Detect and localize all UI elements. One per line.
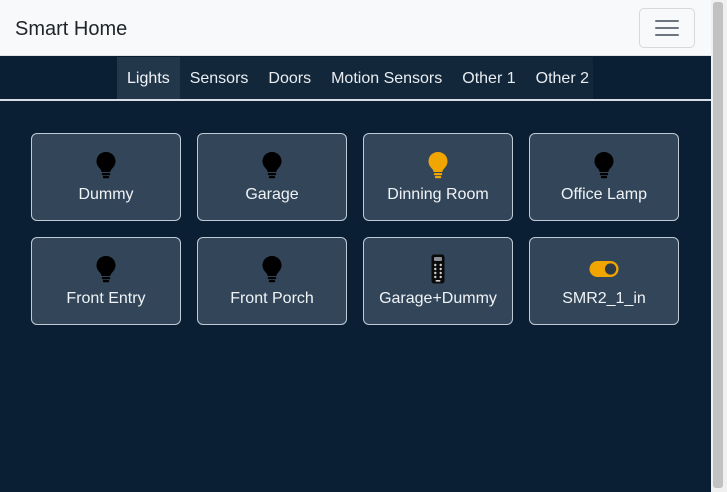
device-label: Dummy: [78, 186, 134, 203]
device-label: Office Lamp: [561, 186, 647, 203]
device-tile-garage[interactable]: Garage: [197, 133, 347, 221]
device-tile-office-lamp[interactable]: Office Lamp: [529, 133, 679, 221]
hamburger-icon: [655, 34, 679, 36]
device-tile-dummy[interactable]: Dummy: [31, 133, 181, 221]
menu-toggle-button[interactable]: [639, 8, 695, 48]
scrollbar-thumb[interactable]: [713, 2, 723, 488]
tab-bar: Lights Sensors Doors Motion Sensors Othe…: [117, 57, 593, 99]
lightbulb-icon: [423, 151, 453, 179]
device-label: Dinning Room: [387, 186, 489, 203]
device-tile-front-entry[interactable]: Front Entry: [31, 237, 181, 325]
lightbulb-icon: [91, 255, 121, 283]
navbar: Smart Home: [0, 0, 711, 56]
app-title[interactable]: Smart Home: [15, 17, 127, 41]
tab-lights[interactable]: Lights: [117, 57, 180, 99]
device-tile-dinning-room[interactable]: Dinning Room: [363, 133, 513, 221]
tab-divider: [0, 99, 711, 101]
lightbulb-icon: [91, 151, 121, 179]
device-tile-garage-dummy[interactable]: Garage+Dummy: [363, 237, 513, 325]
device-label: SMR2_1_in: [562, 290, 646, 307]
tab-sensors[interactable]: Sensors: [180, 57, 259, 99]
device-tile-smr2-1-in[interactable]: SMR2_1_in: [529, 237, 679, 325]
hamburger-icon: [655, 27, 679, 29]
lightbulb-icon: [257, 151, 287, 179]
hamburger-icon: [655, 20, 679, 22]
device-grid: Dummy Garage Dinning Room Office Lamp Fr…: [31, 133, 681, 325]
toggle-switch-icon: [589, 255, 619, 283]
lightbulb-icon: [257, 255, 287, 283]
tab-motion-sensors[interactable]: Motion Sensors: [321, 57, 452, 99]
device-label: Front Entry: [66, 290, 146, 307]
scrollbar[interactable]: [711, 0, 727, 492]
tab-other-1[interactable]: Other 1: [452, 57, 525, 99]
tab-other-2[interactable]: Other 2: [526, 57, 599, 99]
device-label: Front Porch: [230, 290, 314, 307]
device-tile-front-porch[interactable]: Front Porch: [197, 237, 347, 325]
tab-doors[interactable]: Doors: [258, 57, 321, 99]
device-label: Garage: [245, 186, 299, 203]
device-label: Garage+Dummy: [379, 290, 497, 307]
lightbulb-icon: [589, 151, 619, 179]
remote-icon: [423, 254, 453, 284]
